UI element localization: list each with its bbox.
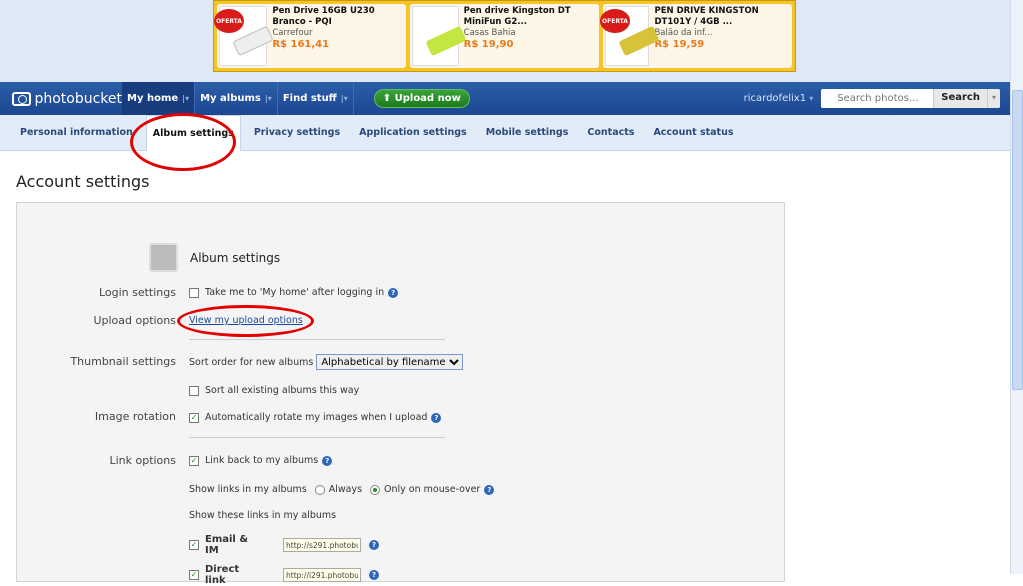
tab-account-status[interactable]: Account status xyxy=(647,115,739,151)
ad-banner[interactable]: OFERTA Pen Drive 16GB U230 Branco - PQI C… xyxy=(213,0,796,72)
chevron-down-icon[interactable]: ▾ xyxy=(986,89,1000,108)
ad-store: Carrefour xyxy=(272,28,313,38)
help-icon[interactable]: ? xyxy=(388,287,399,298)
ad-title: Pen Drive 16GB U230 Branco - PQI xyxy=(272,6,375,27)
login-checkbox[interactable] xyxy=(189,287,199,298)
nav-label: My home xyxy=(127,93,179,104)
help-icon[interactable]: ? xyxy=(322,455,333,466)
nav-my-albums[interactable]: My albums |▾ xyxy=(195,82,278,115)
camera-icon xyxy=(12,91,32,106)
product-image: OFERTA xyxy=(214,6,274,66)
help-icon[interactable]: ? xyxy=(431,412,442,423)
view-upload-options-link[interactable]: View my upload options xyxy=(189,315,303,326)
tab-contacts[interactable]: Contacts xyxy=(581,115,640,151)
settings-panel: Album settings Login settings Take me to… xyxy=(16,202,785,586)
tab-personal-information[interactable]: Personal information xyxy=(14,115,139,151)
settings-tabs: Personal information Album settings Priv… xyxy=(0,114,1010,151)
rotate-checkbox[interactable]: ✓ xyxy=(189,412,199,423)
logo[interactable]: photobucket xyxy=(0,91,122,107)
scrollbar[interactable] xyxy=(1010,0,1023,574)
arrow-up-icon: ⬆ xyxy=(382,93,392,104)
show-links-label: Show links in my albums xyxy=(189,484,307,495)
help-icon[interactable]: ? xyxy=(484,484,495,495)
product-image: OFERTA xyxy=(600,6,660,66)
sort-all-checkbox[interactable] xyxy=(189,385,199,396)
offer-badge: OFERTA xyxy=(600,9,630,33)
email-checkbox[interactable]: ✓ xyxy=(189,540,199,550)
tab-privacy-settings[interactable]: Privacy settings xyxy=(248,115,346,151)
sort-order-select[interactable]: Alphabetical by filename xyxy=(316,354,464,370)
divider xyxy=(189,339,445,340)
mouseover-radio[interactable] xyxy=(370,484,381,495)
link-back-label: Link back to my albums xyxy=(205,455,319,466)
search-input[interactable] xyxy=(821,89,934,108)
sort-all-label: Sort all existing albums this way xyxy=(205,385,360,396)
tab-album-settings[interactable]: Album settings xyxy=(145,114,241,151)
ad-title: PEN DRIVE KINGSTON DT101Y / 4GB ... xyxy=(654,6,759,27)
upload-now-button[interactable]: ⬆ Upload now xyxy=(373,89,470,108)
ad-item[interactable]: OFERTA Pen Drive 16GB U230 Branco - PQI C… xyxy=(214,4,406,68)
rotate-label: Automatically rotate my images when I up… xyxy=(205,412,428,423)
ad-store: Casas Bahia xyxy=(463,28,516,38)
product-image xyxy=(412,6,467,66)
chevron-down-icon[interactable]: |▾ xyxy=(265,94,272,103)
login-option-label: Take me to 'My home' after logging in xyxy=(205,287,385,298)
ad-price: R$ 19,59 xyxy=(654,39,705,50)
section-title: Album settings xyxy=(190,250,281,265)
link-back-checkbox[interactable]: ✓ xyxy=(189,455,199,466)
ad-price: R$ 161,41 xyxy=(272,39,330,50)
nav-label: My albums xyxy=(200,93,261,104)
email-url-field[interactable] xyxy=(283,538,361,552)
ad-title: Pen drive Kingston DT MiniFun G2... xyxy=(463,6,571,27)
search-box: Search▾ xyxy=(821,89,1000,108)
main-nav: photobucket My home |▾ My albums |▾ Find s… xyxy=(0,82,1010,115)
image-rotation-label: Image rotation xyxy=(94,410,176,423)
always-label: Always xyxy=(328,484,363,495)
nav-find-stuff[interactable]: Find stuff |▾ xyxy=(278,82,354,115)
user-menu[interactable]: ricardofelix1 ▾ xyxy=(744,93,814,104)
offer-badge: OFERTA xyxy=(214,9,244,33)
ad-price: R$ 19,90 xyxy=(463,39,514,50)
help-icon[interactable]: ? xyxy=(369,540,379,550)
album-icon xyxy=(149,243,178,272)
nav-label: Find stuff xyxy=(282,93,337,104)
username: ricardofelix1 xyxy=(743,93,807,104)
direct-label: Direct link xyxy=(205,564,240,586)
tab-application-settings[interactable]: Application settings xyxy=(353,115,473,151)
ad-item[interactable]: OFERTA PEN DRIVE KINGSTON DT101Y / 4GB .… xyxy=(600,4,792,68)
divider xyxy=(189,437,445,438)
link-options-label: Link options xyxy=(109,454,176,467)
login-settings-label: Login settings xyxy=(98,286,176,299)
sort-order-label: Sort order for new albums xyxy=(189,356,314,368)
search-button[interactable]: Search xyxy=(933,89,987,108)
ad-item[interactable]: Pen drive Kingston DT MiniFun G2... Casas… xyxy=(410,4,599,68)
upload-options-label: Upload options xyxy=(93,314,176,327)
ad-store: Balão da inf... xyxy=(654,28,713,38)
tab-mobile-settings[interactable]: Mobile settings xyxy=(480,115,575,151)
thumbnail-settings-label: Thumbnail settings xyxy=(70,355,176,368)
chevron-down-icon: ▾ xyxy=(809,94,814,103)
direct-url-field[interactable] xyxy=(283,568,361,582)
always-radio[interactable] xyxy=(314,484,325,495)
help-icon[interactable]: ? xyxy=(369,570,379,580)
show-these-label: Show these links in my albums xyxy=(189,510,337,521)
mouseover-label: Only on mouse-over xyxy=(384,484,481,495)
logo-text: photobucket xyxy=(34,90,122,107)
direct-checkbox[interactable]: ✓ xyxy=(189,570,199,580)
email-label: Email & IM xyxy=(205,534,249,556)
chevron-down-icon[interactable]: |▾ xyxy=(341,94,348,103)
scrollbar-thumb[interactable] xyxy=(1012,90,1023,390)
nav-my-home[interactable]: My home |▾ xyxy=(122,82,196,115)
page-title: Account settings xyxy=(16,172,150,191)
upload-label: Upload now xyxy=(394,93,461,104)
chevron-down-icon[interactable]: |▾ xyxy=(182,94,189,103)
